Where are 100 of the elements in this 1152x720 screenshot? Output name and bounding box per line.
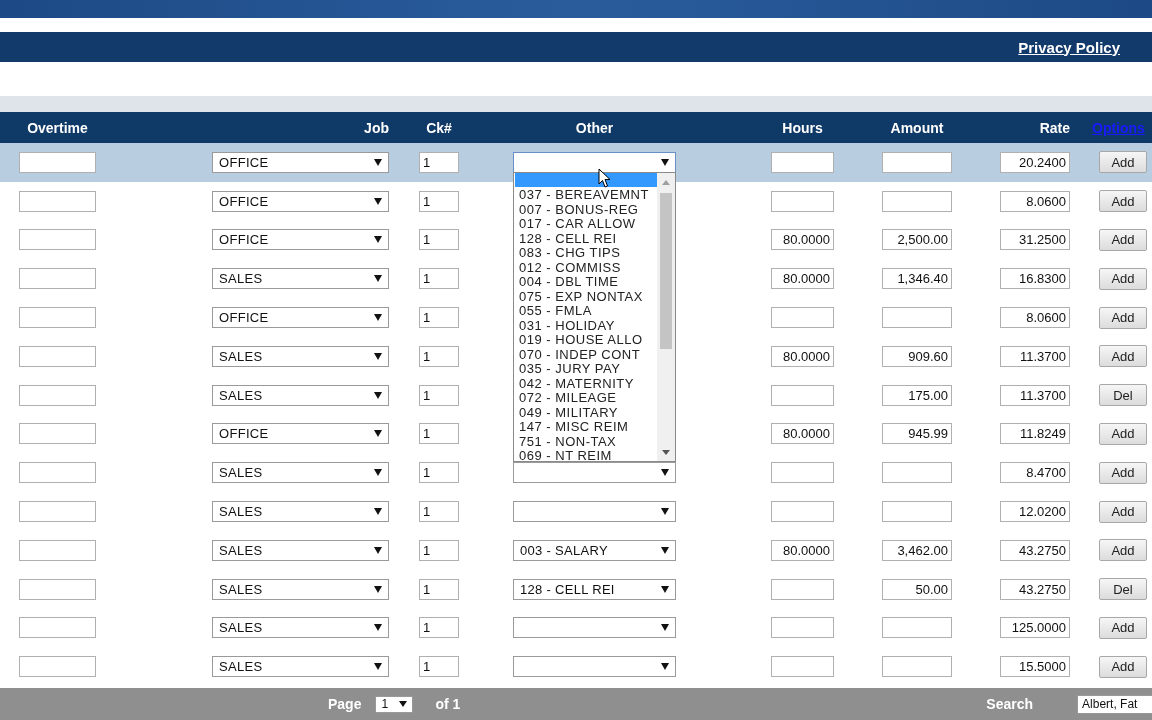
dropdown-option[interactable]: 031 - HOLIDAY <box>514 318 657 333</box>
rate-field[interactable]: 11.8249 <box>1000 423 1070 445</box>
rate-field[interactable]: 43.2750 <box>1000 578 1070 600</box>
dropdown-option[interactable]: 055 - FMLA <box>514 304 657 319</box>
rate-field[interactable]: 15.5000 <box>1000 656 1070 678</box>
overtime-field[interactable] <box>19 539 96 561</box>
highlighted-option[interactable] <box>515 173 657 187</box>
overtime-field[interactable] <box>19 656 96 678</box>
check-number-field[interactable]: 1 <box>419 190 459 212</box>
hours-field[interactable] <box>771 151 834 173</box>
dropdown-option[interactable]: 042 - MATERNITY <box>514 376 657 391</box>
selected-row[interactable]: OFFICE 1 20.2400 Add <box>0 143 1152 182</box>
job-select[interactable]: SALES <box>212 578 389 600</box>
rate-field[interactable]: 16.8300 <box>1000 268 1070 290</box>
hours-field[interactable] <box>771 501 834 523</box>
amount-field[interactable]: 175.00 <box>882 384 952 406</box>
rate-field[interactable]: 8.0600 <box>1000 190 1070 212</box>
job-select[interactable]: SALES <box>212 384 389 406</box>
other-select[interactable] <box>513 617 676 639</box>
other-select[interactable] <box>513 462 676 484</box>
hours-field[interactable]: 80.0000 <box>771 539 834 561</box>
check-number-field[interactable]: 1 <box>419 617 459 639</box>
dropdown-option[interactable]: 070 - INDEP CONT <box>514 347 657 362</box>
job-select[interactable]: OFFICE <box>212 423 389 445</box>
check-number-field[interactable]: 1 <box>419 578 459 600</box>
row-action-button[interactable]: Add <box>1099 539 1147 562</box>
other-select[interactable]: 128 - CELL REI <box>513 578 676 600</box>
row-action-button[interactable]: Add <box>1099 422 1147 445</box>
dropdown-option[interactable]: 075 - EXP NONTAX <box>514 289 657 304</box>
dropdown-option[interactable]: 035 - JURY PAY <box>514 362 657 377</box>
hours-field[interactable] <box>771 462 834 484</box>
hours-field[interactable] <box>771 190 834 212</box>
dropdown-option[interactable]: 069 - NT REIM <box>514 449 657 461</box>
check-number-field[interactable]: 1 <box>419 539 459 561</box>
overtime-field[interactable] <box>19 578 96 600</box>
job-select[interactable]: SALES <box>212 539 389 561</box>
rate-field[interactable]: 11.3700 <box>1000 384 1070 406</box>
row-action-button[interactable]: Add <box>1099 461 1147 484</box>
job-select[interactable]: SALES <box>212 656 389 678</box>
amount-field[interactable]: 945.99 <box>882 423 952 445</box>
job-select[interactable]: OFFICE <box>212 307 389 329</box>
hours-field[interactable]: 80.0000 <box>771 229 834 251</box>
dropdown-option[interactable]: 037 - BEREAVEMNT <box>514 188 657 203</box>
job-select[interactable]: SALES <box>212 345 389 367</box>
search-field[interactable]: Albert, Fat <box>1077 694 1152 714</box>
amount-field[interactable] <box>882 462 952 484</box>
amount-field[interactable]: 50.00 <box>882 578 952 600</box>
job-select[interactable]: SALES <box>212 501 389 523</box>
job-select[interactable]: SALES <box>212 268 389 290</box>
amount-field[interactable] <box>882 307 952 329</box>
row-action-button[interactable]: Add <box>1099 345 1147 368</box>
job-select[interactable]: OFFICE <box>212 151 389 173</box>
other-select[interactable] <box>513 656 676 678</box>
rate-field[interactable]: 11.3700 <box>1000 345 1070 367</box>
overtime-field[interactable] <box>19 190 96 212</box>
amount-field[interactable] <box>882 151 952 173</box>
rate-field[interactable]: 31.2500 <box>1000 229 1070 251</box>
amount-field[interactable] <box>882 617 952 639</box>
dropdown-option[interactable]: 147 - MISC REIM <box>514 420 657 435</box>
check-number-field[interactable]: 1 <box>419 151 459 173</box>
overtime-field[interactable] <box>19 151 96 173</box>
dropdown-option[interactable]: 017 - CAR ALLOW <box>514 217 657 232</box>
rate-field[interactable]: 8.4700 <box>1000 462 1070 484</box>
row-action-button[interactable]: Add <box>1099 616 1147 639</box>
row-action-button[interactable]: Add <box>1099 655 1147 678</box>
check-number-field[interactable]: 1 <box>419 462 459 484</box>
overtime-field[interactable] <box>19 384 96 406</box>
privacy-policy-link[interactable]: Privacy Policy <box>1018 38 1120 56</box>
check-number-field[interactable]: 1 <box>419 345 459 367</box>
hours-field[interactable]: 80.0000 <box>771 423 834 445</box>
hours-field[interactable] <box>771 617 834 639</box>
amount-field[interactable]: 1,346.40 <box>882 268 952 290</box>
check-number-field[interactable]: 1 <box>419 307 459 329</box>
row-action-button[interactable]: Add <box>1099 229 1147 251</box>
hours-field[interactable] <box>771 578 834 600</box>
dropdown-option[interactable]: 049 - MILITARY <box>514 405 657 420</box>
scrollbar[interactable] <box>657 173 675 461</box>
check-number-field[interactable]: 1 <box>419 423 459 445</box>
amount-field[interactable] <box>882 190 952 212</box>
rate-field[interactable]: 43.2750 <box>1000 539 1070 561</box>
check-number-field[interactable]: 1 <box>419 384 459 406</box>
other-select[interactable] <box>513 151 676 173</box>
amount-field[interactable] <box>882 501 952 523</box>
row-action-button[interactable]: Add <box>1099 190 1147 213</box>
overtime-field[interactable] <box>19 229 96 251</box>
check-number-field[interactable]: 1 <box>419 229 459 251</box>
hours-field[interactable] <box>771 307 834 329</box>
dropdown-option[interactable]: 004 - DBL TIME <box>514 275 657 290</box>
dropdown-option[interactable]: 751 - NON-TAX <box>514 434 657 449</box>
row-action-button[interactable]: Add <box>1099 151 1147 174</box>
dropdown-option[interactable]: 128 - CELL REI <box>514 231 657 246</box>
rate-field[interactable]: 125.0000 <box>1000 617 1070 639</box>
hours-field[interactable]: 80.0000 <box>771 268 834 290</box>
dropdown-option[interactable]: 012 - COMMISS <box>514 260 657 275</box>
amount-field[interactable] <box>882 656 952 678</box>
job-select[interactable]: SALES <box>212 462 389 484</box>
page-select[interactable]: 1 <box>375 695 414 713</box>
overtime-field[interactable] <box>19 307 96 329</box>
other-select[interactable]: 003 - SALARY <box>513 539 676 561</box>
overtime-field[interactable] <box>19 268 96 290</box>
